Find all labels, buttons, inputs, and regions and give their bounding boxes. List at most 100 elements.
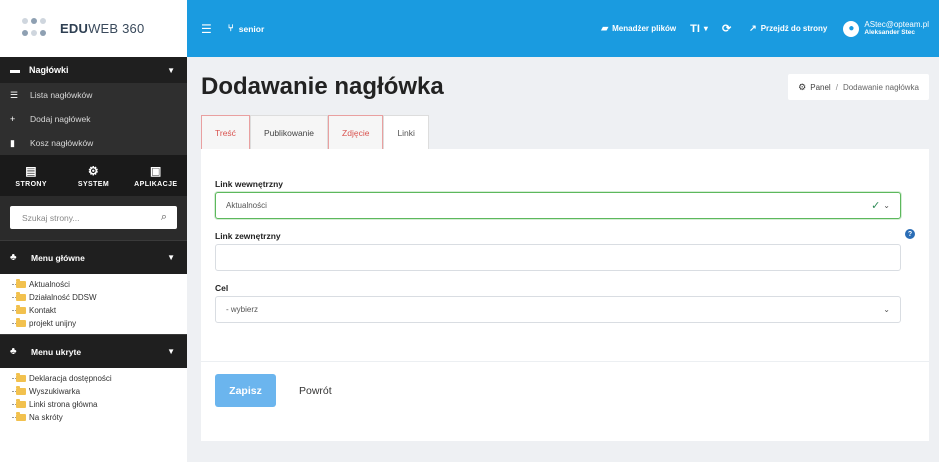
external-link-field[interactable] [215,244,901,271]
sidebar-section-naglowki[interactable]: ▬ Nagłówki ▼ [0,57,187,83]
chevron-down-icon: ▼ [167,253,175,262]
site-name: senior [238,23,265,34]
folder-icon [16,305,26,314]
menu-hidden-tree: Deklaracja dostępności Wyszukiwarka Link… [0,368,187,428]
chevron-down-icon: ⌄ [883,201,890,210]
search-box: ⌕ [10,206,177,229]
tab-publikowanie[interactable]: Publikowanie [249,115,329,149]
user-info: AStec@opteam.pl Aleksander Stec [864,20,929,37]
dashboard-icon: ⚙ [798,81,807,92]
top-bar: ☰ ⑂ senior ▰ Menadżer plików TI ▾ ⟳ ↗ Pr… [187,0,939,57]
folder-icon [16,399,26,408]
tree-item[interactable]: Na skróty [12,411,187,424]
tree-item[interactable]: Linki strona główna [12,398,187,411]
logo-text: EDUWEB 360 [60,21,145,36]
menu-title: Menu główne [31,252,85,263]
tab-label: STRONY [15,180,47,188]
folder-icon [16,373,26,382]
sidebar-item-kosz[interactable]: ▮ Kosz nagłówków [0,131,187,155]
chevron-down-icon: ▼ [167,347,175,356]
file-manager-label: Menadżer plików [612,24,677,33]
list-icon: ☰ [10,89,19,100]
folder-icon [16,386,26,395]
sidebar-item-lista[interactable]: ☰ Lista nagłówków [0,83,187,107]
tree-item[interactable]: projekt unijny [12,317,187,330]
sidebar-item-label: Kosz nagłówków [30,138,94,148]
tab-strony[interactable]: ▤ STRONY [0,155,62,196]
chevron-down-icon: ▾ [703,24,708,33]
tab-tresc[interactable]: Treść [201,115,250,149]
sitemap-icon: ♣ [10,346,17,357]
tab-aplikacje[interactable]: ▣ APLIKACJE [125,155,187,196]
tree-item[interactable]: Działalność DDSW [12,291,187,304]
chevron-down-icon: ▼ [167,65,175,75]
text-size-dropdown[interactable]: TI ▾ [690,23,708,35]
text-size-icon: TI [690,22,700,35]
internal-link-label: Link wewnętrzny [215,179,284,189]
check-icon: ✓ [871,200,881,212]
sidebar-item-label: Dodaj nagłówek [30,114,91,124]
sidebar: EDUWEB 360 ▬ Nagłówki ▼ ☰ Lista nagłówkó… [0,0,187,462]
tab-linki[interactable]: Linki [383,115,429,149]
back-button[interactable]: Powrót [299,374,332,407]
top-actions: ▰ Menadżer plików TI ▾ ⟳ ↗ Przejdź do st… [587,20,929,37]
search-icon[interactable]: ⌕ [161,211,167,224]
target-select[interactable]: - wybierz ⌄ [215,296,901,323]
folder-icon [16,292,26,301]
goto-site-link[interactable]: ↗ Przejdź do strony [749,23,827,34]
sidebar-module-nav: ▬ Nagłówki ▼ ☰ Lista nagłówków + Dodaj n… [0,57,187,155]
sidebar-item-dodaj[interactable]: + Dodaj nagłówek [0,107,187,131]
internal-link-value: Aktualności [226,201,267,210]
help-icon[interactable]: ? [905,229,915,239]
logo[interactable]: EDUWEB 360 [0,0,187,57]
site-tree-icon: ⑂ [227,23,234,34]
tab-zdjecie[interactable]: Zdjęcie [328,115,384,149]
tab-label: SYSTEM [77,180,110,188]
card-icon: ▬ [10,64,20,76]
tree-item[interactable]: Kontakt [12,304,187,317]
breadcrumb-separator: / [835,82,838,92]
tree-item-label: Aktualności [29,280,70,289]
menu-hidden-header[interactable]: ♣ Menu ukryte ▼ [0,334,187,368]
form-divider [201,361,929,362]
folder-icon [16,318,26,327]
target-label: Cel [215,283,229,293]
sitemap-icon: ♣ [10,252,17,263]
breadcrumb: ⚙ Panel / Dodawanie nagłówka [788,74,929,100]
tab-system[interactable]: ⚙ SYSTEM [62,155,124,196]
user-menu[interactable]: ● AStec@opteam.pl Aleksander Stec [843,20,929,37]
refresh-button[interactable]: ⟳ [722,22,735,35]
search-input[interactable] [22,212,142,223]
tree-item[interactable]: Deklaracja dostępności [12,372,187,385]
tree-item-label: Wyszukiwarka [29,387,81,396]
sidebar-tabs: ▤ STRONY ⚙ SYSTEM ▣ APLIKACJE [0,155,187,196]
tree-item-label: Kontakt [29,306,57,315]
site-selector[interactable]: ⑂ senior [228,23,265,34]
gear-icon: ⚙ [87,163,100,178]
apps-icon: ▣ [149,163,162,178]
sidebar-section-title: Nagłówki [29,65,69,75]
menu-main-header[interactable]: ♣ Menu główne ▼ [0,240,187,274]
tree-item[interactable]: Aktualności [12,278,187,291]
folder-icon [16,279,26,288]
menu-main-tree: Aktualności Działalność DDSW Kontakt pro… [0,274,187,334]
form-tabs: Treść Publikowanie Zdjęcie Linki [201,115,429,149]
breadcrumb-home[interactable]: Panel [810,83,830,92]
tree-item[interactable]: Wyszukiwarka [12,385,187,398]
internal-link-select[interactable]: Aktualności ✓ ⌄ [215,192,901,219]
refresh-icon: ⟳ [721,23,732,35]
main-content: Dodawanie nagłówka ⚙ Panel / Dodawanie n… [187,57,939,462]
sidebar-search: ⌕ [0,196,187,240]
folder-icon: ▰ [601,23,609,33]
target-value: - wybierz [226,305,259,314]
save-button[interactable]: Zapisz [215,374,276,407]
select-indicators: ✓ ⌄ [871,199,890,212]
tree-item-label: Linki strona główna [29,400,98,409]
tree-item-label: projekt unijny [29,319,77,328]
logo-dots-icon [22,17,50,40]
tree-item-label: Działalność DDSW [29,293,97,302]
file-manager-link[interactable]: ▰ Menadżer plików [601,23,676,34]
hamburger-icon[interactable]: ☰ [201,22,212,36]
plus-icon: + [10,114,16,124]
page-title: Dodawanie nagłówka [201,73,444,100]
